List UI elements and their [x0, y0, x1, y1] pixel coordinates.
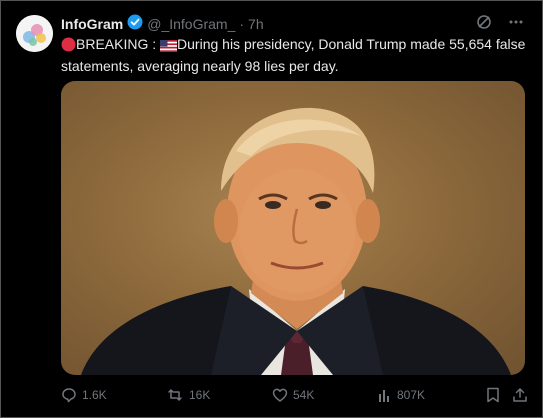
reply-button[interactable]: 1.6K — [61, 387, 166, 403]
tweet-photo[interactable] — [61, 81, 525, 375]
tweet-card: InfoGram @_InfoGram_ · 7h BREAKING: Dur… — [0, 0, 543, 418]
reply-icon — [61, 387, 77, 403]
author-name[interactable]: InfoGram — [61, 16, 123, 32]
grok-icon[interactable] — [476, 14, 492, 30]
tweet-text: BREAKING : During his presidency, Donald… — [61, 35, 531, 76]
dot-separator: · — [239, 15, 245, 32]
repost-icon — [166, 387, 184, 403]
views-button[interactable]: 807K — [378, 388, 486, 402]
tweet-time[interactable]: 7h — [248, 16, 264, 32]
us-flag-icon — [160, 38, 178, 57]
bookmark-button[interactable] — [486, 387, 512, 403]
like-count: 54K — [293, 388, 315, 402]
share-icon — [512, 387, 528, 403]
share-button[interactable] — [512, 387, 528, 403]
bookmark-icon — [486, 387, 500, 403]
tweet-text-prefix: BREAKING : — [76, 36, 161, 52]
red-circle-icon — [61, 37, 76, 57]
tweet-top-actions — [476, 14, 524, 30]
heart-icon — [272, 387, 288, 403]
view-count: 807K — [397, 388, 426, 402]
portrait-illustration — [81, 107, 511, 375]
repost-count: 16K — [189, 388, 211, 402]
more-options-icon[interactable] — [508, 14, 524, 30]
analytics-icon — [378, 388, 392, 402]
tweet-action-bar: 1.6K 16K 54K 807K — [61, 387, 531, 403]
verified-badge-icon — [127, 14, 143, 33]
author-avatar[interactable] — [16, 15, 53, 52]
like-button[interactable]: 54K — [272, 387, 378, 403]
repost-button[interactable]: 16K — [166, 387, 272, 403]
tweet-header: InfoGram @_InfoGram_ · 7h — [61, 14, 264, 33]
author-handle[interactable]: @_InfoGram_ — [147, 16, 235, 32]
reply-count: 1.6K — [82, 388, 107, 402]
